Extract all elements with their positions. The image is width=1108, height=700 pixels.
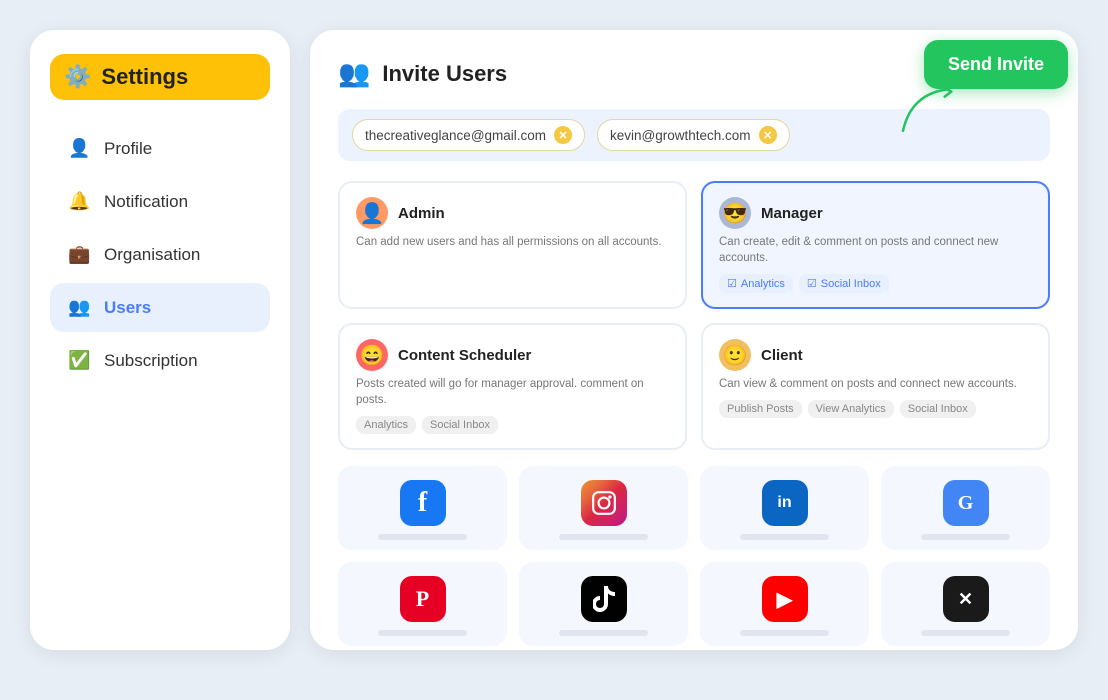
scheduler-role-desc: Posts created will go for manager approv… xyxy=(356,376,669,408)
role-card-admin[interactable]: 👤 Admin Can add new users and has all pe… xyxy=(338,181,687,309)
users-label: Users xyxy=(104,298,151,318)
remove-email-1[interactable]: ✕ xyxy=(554,126,572,144)
twitter-icon: ✕ xyxy=(943,576,989,622)
sidebar-item-subscription[interactable]: ✅ Subscription xyxy=(50,336,270,385)
email-tag-2: kevin@growthtech.com ✕ xyxy=(597,119,790,151)
app-container: ⚙️ Settings 👤 Profile 🔔 Notification 💼 O… xyxy=(0,0,1108,700)
google-icon: G xyxy=(943,480,989,526)
scheduler-badge-analytics: Analytics xyxy=(356,416,416,434)
role-card-content-scheduler[interactable]: 😄 Content Scheduler Posts created will g… xyxy=(338,323,687,450)
organisation-icon: 💼 xyxy=(68,244,90,265)
email-tag-1: thecreativeglance@gmail.com ✕ xyxy=(352,119,585,151)
manager-badge-social: ☑ Social Inbox xyxy=(799,274,889,293)
social-card-twitter[interactable]: ✕ xyxy=(881,562,1050,646)
scheduler-badge-social: Social Inbox xyxy=(422,416,498,434)
check-icon: ☑ xyxy=(727,277,737,290)
pinterest-icon: P xyxy=(400,576,446,622)
linkedin-line xyxy=(740,534,829,540)
pinterest-line xyxy=(378,630,467,636)
social-card-instagram[interactable] xyxy=(519,466,688,550)
manager-badge-analytics: ☑ Analytics xyxy=(719,274,793,293)
main-panel: Send Invite 👥 Invite Users thecreativegl… xyxy=(310,30,1078,650)
facebook-line xyxy=(378,534,467,540)
facebook-icon: f xyxy=(400,480,446,526)
twitter-line xyxy=(921,630,1010,636)
email-value-2: kevin@growthtech.com xyxy=(610,128,751,143)
profile-icon: 👤 xyxy=(68,138,90,159)
social-card-pinterest[interactable]: P xyxy=(338,562,507,646)
youtube-icon: ▶ xyxy=(762,576,808,622)
invite-users-icon: 👥 xyxy=(338,58,370,89)
panel-title: Invite Users xyxy=(382,61,507,87)
sidebar-title: Settings xyxy=(101,64,188,90)
arrow-decoration xyxy=(893,85,963,135)
linkedin-icon: in xyxy=(762,480,808,526)
users-icon: 👥 xyxy=(68,297,90,318)
organisation-label: Organisation xyxy=(104,245,200,265)
admin-avatar: 👤 xyxy=(356,197,388,229)
send-invite-button[interactable]: Send Invite xyxy=(924,40,1068,89)
social-card-tiktok[interactable] xyxy=(519,562,688,646)
profile-label: Profile xyxy=(104,139,152,159)
manager-role-name: Manager xyxy=(761,205,823,222)
scheduler-badges: Analytics Social Inbox xyxy=(356,416,669,434)
social-card-linkedin[interactable]: in xyxy=(700,466,869,550)
social-card-google[interactable]: G xyxy=(881,466,1050,550)
email-value-1: thecreativeglance@gmail.com xyxy=(365,128,546,143)
client-role-name: Client xyxy=(761,347,803,364)
sidebar: ⚙️ Settings 👤 Profile 🔔 Notification 💼 O… xyxy=(30,30,290,650)
role-header-client: 🙂 Client xyxy=(719,339,1032,371)
google-line xyxy=(921,534,1010,540)
role-header-manager: 😎 Manager xyxy=(719,197,1032,229)
client-badge-publish: Publish Posts xyxy=(719,400,802,418)
manager-badges: ☑ Analytics ☑ Social Inbox xyxy=(719,274,1032,293)
role-card-client[interactable]: 🙂 Client Can view & comment on posts and… xyxy=(701,323,1050,450)
client-avatar: 🙂 xyxy=(719,339,751,371)
gear-icon: ⚙️ xyxy=(64,64,91,90)
sidebar-item-organisation[interactable]: 💼 Organisation xyxy=(50,230,270,279)
role-card-manager[interactable]: 😎 Manager Can create, edit & comment on … xyxy=(701,181,1050,309)
admin-role-desc: Can add new users and has all permission… xyxy=(356,234,669,250)
instagram-line xyxy=(559,534,648,540)
role-header-scheduler: 😄 Content Scheduler xyxy=(356,339,669,371)
manager-role-desc: Can create, edit & comment on posts and … xyxy=(719,234,1032,266)
sidebar-header: ⚙️ Settings xyxy=(50,54,270,100)
social-card-facebook[interactable]: f xyxy=(338,466,507,550)
social-card-youtube[interactable]: ▶ xyxy=(700,562,869,646)
youtube-line xyxy=(740,630,829,636)
manager-avatar: 😎 xyxy=(719,197,751,229)
notification-label: Notification xyxy=(104,192,188,212)
client-badge-social: Social Inbox xyxy=(900,400,976,418)
scheduler-avatar: 😄 xyxy=(356,339,388,371)
client-badges: Publish Posts View Analytics Social Inbo… xyxy=(719,400,1032,418)
admin-role-name: Admin xyxy=(398,205,445,222)
scheduler-role-name: Content Scheduler xyxy=(398,347,531,364)
subscription-icon: ✅ xyxy=(68,350,90,371)
sidebar-item-profile[interactable]: 👤 Profile xyxy=(50,124,270,173)
subscription-label: Subscription xyxy=(104,351,198,371)
client-role-desc: Can view & comment on posts and connect … xyxy=(719,376,1032,392)
instagram-icon xyxy=(581,480,627,526)
social-grid: f in G xyxy=(338,466,1050,646)
notification-icon: 🔔 xyxy=(68,191,90,212)
remove-email-2[interactable]: ✕ xyxy=(759,126,777,144)
sidebar-item-users[interactable]: 👥 Users xyxy=(50,283,270,332)
tiktok-line xyxy=(559,630,648,636)
sidebar-item-notification[interactable]: 🔔 Notification xyxy=(50,177,270,226)
check-icon-2: ☑ xyxy=(807,277,817,290)
roles-grid: 👤 Admin Can add new users and has all pe… xyxy=(338,181,1050,450)
client-badge-analytics: View Analytics xyxy=(808,400,894,418)
tiktok-icon xyxy=(581,576,627,622)
role-header-admin: 👤 Admin xyxy=(356,197,669,229)
